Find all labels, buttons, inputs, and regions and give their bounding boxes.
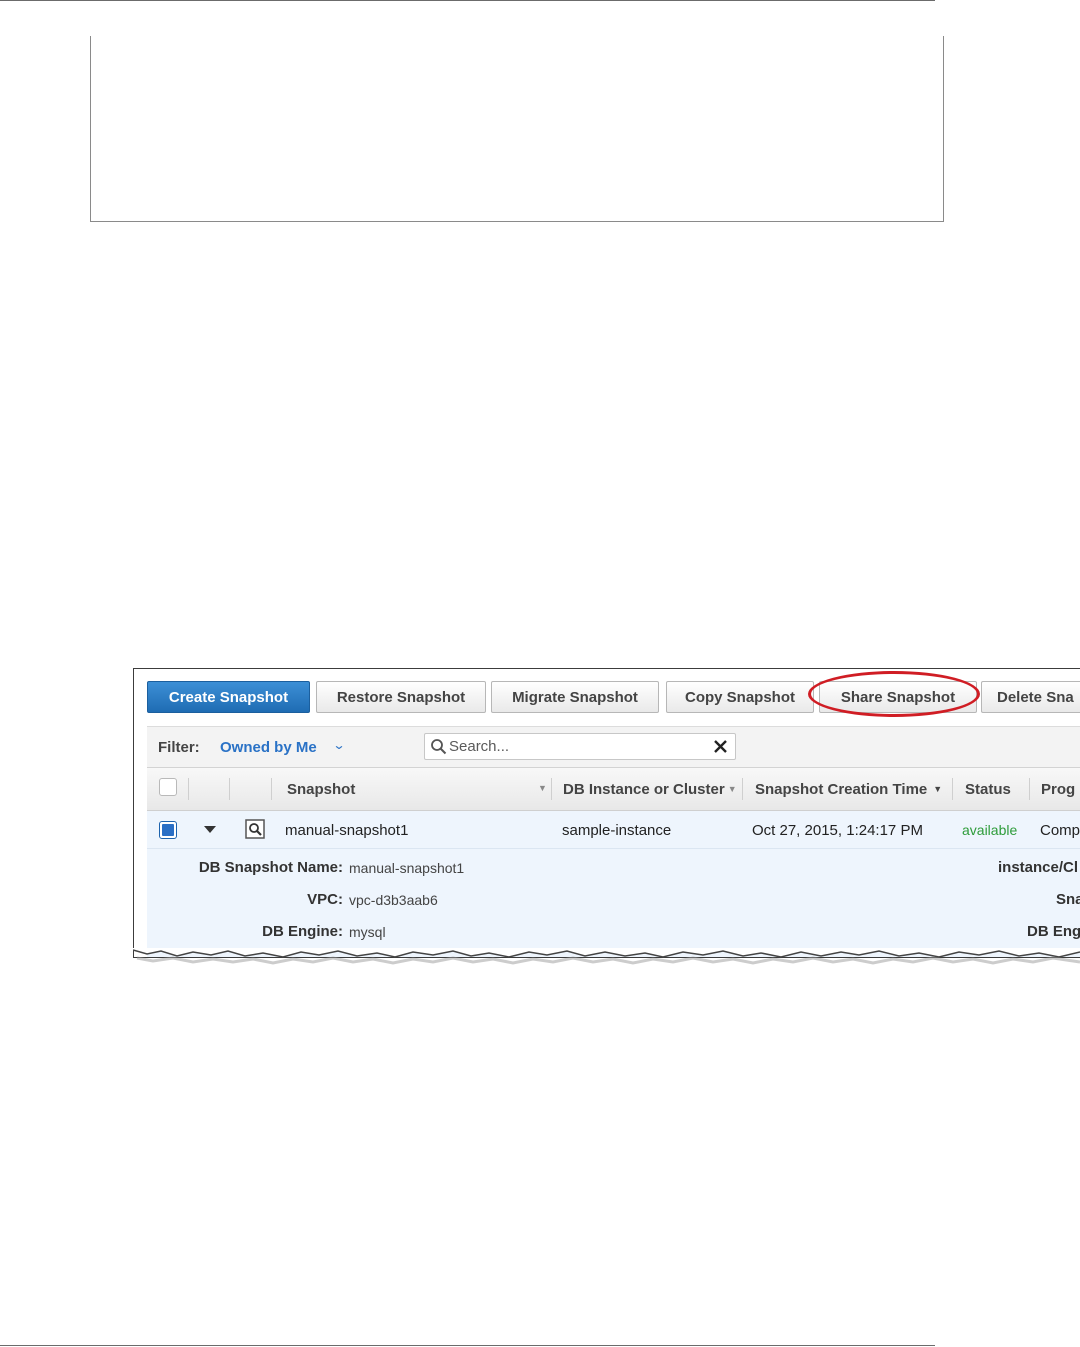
column-divider [952, 778, 953, 800]
sort-caret-icon: ▼ [538, 783, 547, 793]
column-header-label: Prog [1041, 780, 1076, 798]
detail-label-right-3: DB Eng [1027, 923, 1080, 940]
clear-search-icon[interactable] [712, 738, 729, 755]
page-bottom-rule [0, 1345, 935, 1346]
column-divider [551, 778, 552, 800]
rds-snapshots-screenshot: Create Snapshot Restore Snapshot Migrate… [133, 668, 1080, 958]
copy-snapshot-button[interactable]: Copy Snapshot [666, 681, 814, 713]
column-divider [1029, 778, 1030, 800]
snapshot-details-panel: DB Snapshot Name: manual-snapshot1 VPC: … [147, 849, 1080, 957]
select-all-checkbox[interactable] [159, 778, 177, 796]
torn-edge-shadow [133, 948, 1080, 965]
search-box [424, 733, 736, 760]
detail-label-vpc: VPC: [307, 891, 343, 908]
sort-caret-icon: ▼ [727, 784, 737, 794]
search-icon [431, 739, 447, 755]
column-header-creation-time[interactable]: Snapshot Creation Time ▼ [755, 768, 942, 810]
detail-label-snapshot-name: DB Snapshot Name: [198, 859, 343, 876]
restore-snapshot-button[interactable]: Restore Snapshot [316, 681, 486, 713]
snapshot-name-cell: manual-snapshot1 [285, 821, 409, 839]
sort-descending-icon: ▼ [933, 784, 943, 794]
column-header-progress[interactable]: Prog [1041, 768, 1075, 810]
create-snapshot-button[interactable]: Create Snapshot [147, 681, 310, 713]
chevron-down-icon[interactable]: ⌄ [332, 738, 345, 752]
expand-row-icon[interactable] [204, 826, 216, 833]
detail-value-vpc: vpc-d3b3aab6 [349, 892, 438, 908]
progress-cell: Comp [1040, 821, 1080, 839]
table-row[interactable]: manual-snapshot1 sample-instance Oct 27,… [147, 811, 1080, 849]
column-divider [742, 778, 743, 800]
filter-bar: Filter: Owned by Me ⌄ [147, 726, 1080, 767]
column-divider [229, 778, 230, 800]
column-header-status[interactable]: Status [965, 768, 1011, 810]
detail-label-right-1: instance/Cl [998, 859, 1079, 876]
column-header-label: DB Instance or Cluster [563, 780, 725, 798]
column-header-label: Status [965, 780, 1011, 798]
share-snapshot-highlight [808, 671, 980, 717]
note-box [90, 36, 944, 222]
status-cell: available [962, 822, 1018, 838]
snapshot-toolbar: Create Snapshot Restore Snapshot Migrate… [134, 669, 1080, 729]
detail-label-db-engine: DB Engine: [262, 923, 343, 940]
detail-value-snapshot-name: manual-snapshot1 [349, 860, 465, 876]
column-divider [271, 778, 272, 800]
migrate-snapshot-button[interactable]: Migrate Snapshot [491, 681, 659, 713]
row-checkbox[interactable] [159, 821, 177, 839]
column-header-db-instance[interactable]: DB Instance or Cluster ▼ [563, 768, 737, 810]
column-header-snapshot[interactable]: Snapshot [287, 768, 355, 810]
search-input[interactable] [449, 737, 704, 756]
column-divider [188, 778, 189, 800]
filter-label: Filter: [158, 739, 200, 756]
column-header-label: Snapshot Creation Time [755, 780, 928, 798]
detail-label-right-2: Sna [1056, 891, 1080, 908]
column-header-label: Snapshot [287, 780, 356, 798]
magnifier-details-icon[interactable] [245, 819, 265, 839]
creation-time-cell: Oct 27, 2015, 1:24:17 PM [752, 821, 923, 839]
delete-snapshot-button[interactable]: Delete Sna [981, 681, 1080, 713]
detail-value-db-engine: mysql [349, 924, 386, 940]
db-instance-cell: sample-instance [562, 821, 672, 839]
table-header: Snapshot ▼ DB Instance or Cluster ▼ Snap… [147, 767, 1080, 811]
filter-dropdown[interactable]: Owned by Me [220, 739, 317, 756]
page-top-rule [0, 0, 935, 1]
